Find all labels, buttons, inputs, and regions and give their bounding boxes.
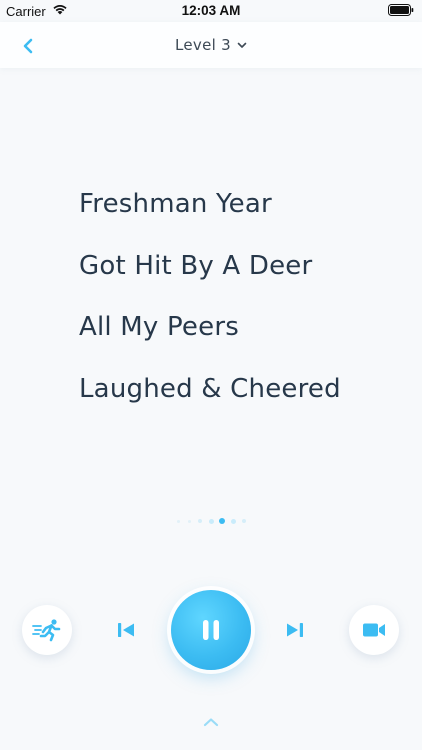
skip-previous-icon <box>118 623 134 637</box>
level-selector[interactable]: Level 3 <box>0 36 422 54</box>
battery-icon <box>388 4 414 16</box>
lyrics-panel: Freshman Year Got Hit By A Deer All My P… <box>79 186 341 432</box>
video-camera-icon <box>363 623 385 637</box>
page-dot[interactable] <box>198 519 202 523</box>
running-person-icon <box>32 619 61 642</box>
lyric-line: Freshman Year <box>79 189 272 219</box>
page-dot[interactable] <box>230 518 236 524</box>
lyric-line: Laughed & Cheered <box>79 373 341 404</box>
lyric-line: Got Hit By A Deer <box>79 250 313 281</box>
chevron-up-icon <box>203 718 219 727</box>
page-dot[interactable] <box>176 519 180 523</box>
page-dot[interactable] <box>242 519 246 523</box>
video-button[interactable] <box>349 605 399 655</box>
next-button[interactable] <box>279 614 311 646</box>
status-bar: Carrier 12:03 AM <box>0 0 422 22</box>
lyric-line: All My Peers <box>79 312 239 342</box>
page-indicator <box>175 516 247 526</box>
nav-bar: Level 3 <box>0 22 422 68</box>
playback-controls <box>0 580 422 680</box>
expand-button[interactable] <box>198 712 224 732</box>
previous-button[interactable] <box>110 614 142 646</box>
pause-button[interactable] <box>171 590 251 670</box>
speed-button[interactable] <box>22 605 72 655</box>
skip-next-icon <box>287 623 303 637</box>
chevron-down-icon <box>237 42 247 48</box>
page-dot[interactable] <box>219 518 225 524</box>
level-label: Level 3 <box>174 36 231 54</box>
page-dot[interactable] <box>187 519 191 523</box>
status-time: 12:03 AM <box>181 3 241 18</box>
page-dot[interactable] <box>208 518 214 524</box>
pause-icon <box>203 620 219 640</box>
